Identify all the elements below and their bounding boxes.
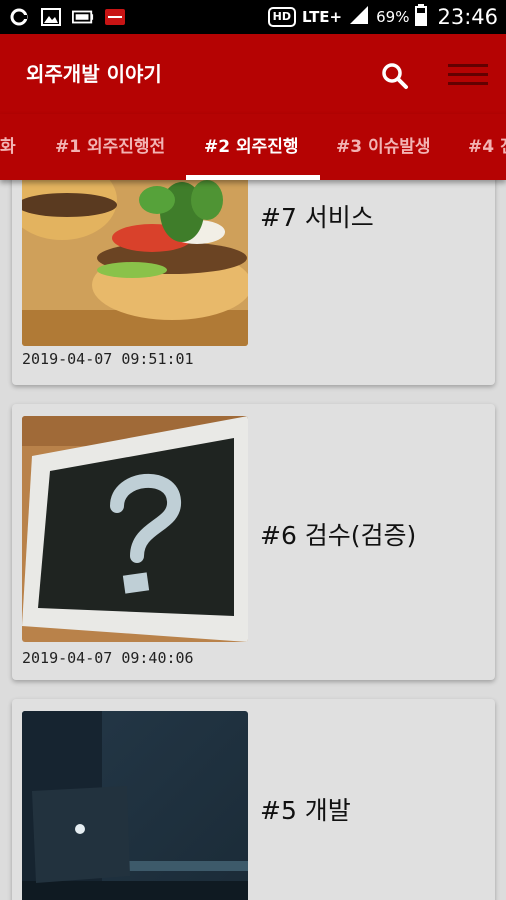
hd-voice-indicator: HD bbox=[267, 7, 296, 27]
battery-percent: 69% bbox=[376, 8, 410, 26]
app-title: 외주개발 이야기 bbox=[26, 62, 162, 86]
tab-bar: 화 #1 외주진행전 #2 외주진행 #3 이슈발생 #4 진 bbox=[0, 114, 506, 180]
menu-icon bbox=[446, 64, 490, 85]
gallery-icon bbox=[40, 7, 62, 27]
battery-saver-icon bbox=[72, 7, 94, 27]
post-title: #7 서비스 bbox=[260, 203, 374, 232]
post-card[interactable]: #7 서비스 2019-04-07 09:51:01 bbox=[12, 180, 495, 385]
search-icon bbox=[382, 63, 408, 89]
post-thumbnail bbox=[22, 180, 248, 346]
post-thumbnail bbox=[22, 711, 248, 900]
post-card[interactable]: #6 검수(검증) 2019-04-07 09:40:06 bbox=[12, 404, 495, 680]
tab-3[interactable]: #3 이슈발생 bbox=[336, 114, 431, 180]
burger-photo bbox=[22, 180, 248, 346]
post-title: #6 검수(검증) bbox=[260, 521, 417, 550]
tab-1[interactable]: #1 외주진행전 bbox=[55, 114, 165, 180]
laptop-dark-room-photo bbox=[22, 711, 248, 900]
sync-icon bbox=[8, 7, 30, 27]
tab-0[interactable]: 화 bbox=[0, 114, 16, 180]
status-bar: HD LTE+ 69% 23:46 bbox=[0, 0, 506, 34]
tab-2[interactable]: #2 외주진행 bbox=[204, 114, 299, 180]
tab-4[interactable]: #4 진 bbox=[468, 114, 506, 180]
signal-icon bbox=[348, 5, 370, 30]
app-notification-icon bbox=[104, 7, 126, 27]
menu-button[interactable] bbox=[446, 58, 490, 94]
post-date: 2019-04-07 09:40:06 bbox=[22, 649, 194, 667]
post-card[interactable]: #5 개발 bbox=[12, 699, 495, 900]
app-bar: 외주개발 이야기 bbox=[0, 34, 506, 114]
network-type: LTE+ bbox=[302, 8, 343, 26]
post-list[interactable]: #7 서비스 2019-04-07 09:51:01 #6 검수(검증) 201… bbox=[0, 180, 506, 900]
tab-indicator bbox=[186, 175, 320, 180]
post-title: #5 개발 bbox=[260, 796, 351, 825]
search-button[interactable] bbox=[375, 56, 415, 96]
clock: 23:46 bbox=[437, 5, 498, 29]
battery-icon bbox=[415, 3, 428, 31]
post-date: 2019-04-07 09:51:01 bbox=[22, 350, 194, 368]
question-mark-chalkboard-photo bbox=[22, 416, 248, 642]
post-thumbnail bbox=[22, 416, 248, 642]
